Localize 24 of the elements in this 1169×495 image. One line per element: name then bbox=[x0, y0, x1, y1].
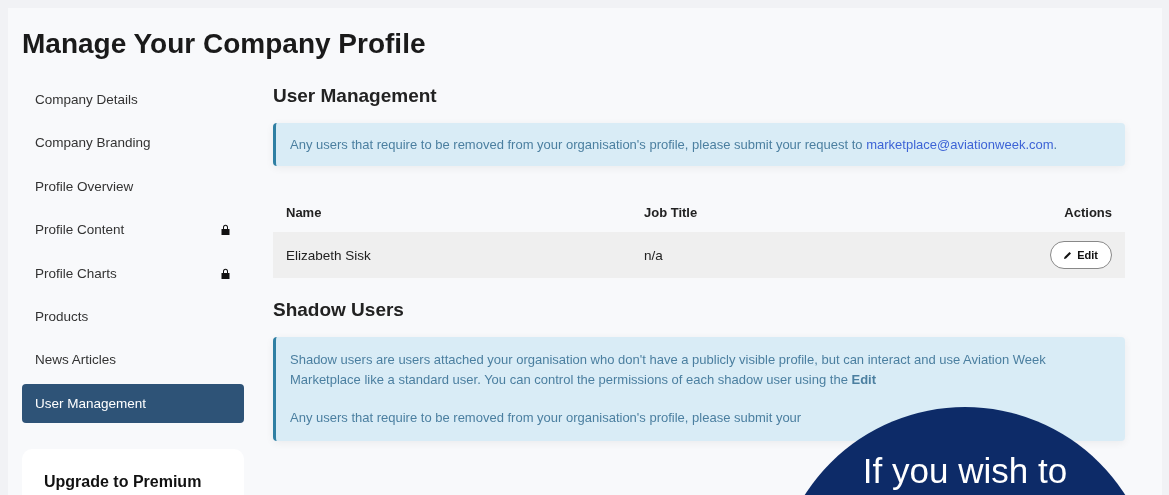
section-title: User Management bbox=[273, 84, 438, 108]
sidebar-item[interactable]: Profile Charts bbox=[22, 253, 244, 293]
sidebar-item[interactable]: Products bbox=[22, 296, 244, 336]
email-link[interactable]: marketplace@aviationweek.com bbox=[866, 137, 1054, 152]
notice-text: Shadow users are users attached your organisation who don't have a publicly visible profile, but can interact and use Aviation Week Marketplace like a standard user. You can control the permissions of each shadow user using the Edit bbox=[290, 351, 1047, 389]
column-header: Job Title bbox=[644, 204, 699, 220]
sidebar-item[interactable]: Profile Content bbox=[22, 210, 244, 250]
notice-text: Any users that require to be removed from your organisation's profile, please submit your request to marketplace@aviationweek.com. bbox=[290, 137, 1058, 152]
edit-button[interactable]: Edit bbox=[1050, 241, 1112, 269]
sidebar-item[interactable]: User Management bbox=[22, 383, 244, 423]
sidebar-item[interactable]: Company Details bbox=[22, 80, 244, 119]
section-title: Shadow Users bbox=[273, 298, 405, 322]
notice-text: Any users that require to be removed from your organisation's profile, please submit your bbox=[290, 409, 803, 427]
page-title: Manage Your Company Profile bbox=[22, 27, 427, 61]
column-header: Name bbox=[286, 204, 323, 220]
column-header: Actions bbox=[1064, 204, 1112, 220]
bubble-text: If you wish to bbox=[862, 451, 1068, 491]
sidebar-item[interactable]: News Articles bbox=[22, 340, 244, 380]
sidebar-item[interactable]: Company Branding bbox=[22, 123, 244, 163]
pencil-icon bbox=[1064, 251, 1073, 259]
table-cell-text: n/a bbox=[644, 247, 664, 263]
table-cell-text: Elizabeth Sisk bbox=[286, 247, 372, 263]
sidebar-item[interactable]: Profile Overview bbox=[22, 166, 244, 206]
upgrade-title: Upgrade to Premium bbox=[44, 473, 203, 492]
